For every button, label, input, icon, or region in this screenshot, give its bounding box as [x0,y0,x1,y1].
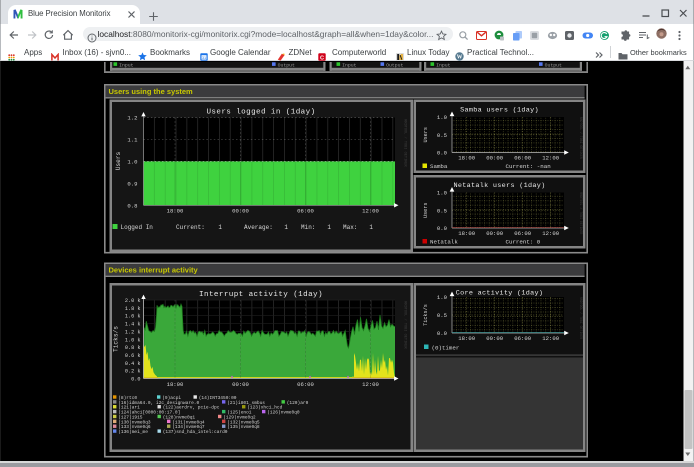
svg-text:00:00: 00:00 [232,208,249,215]
svg-text:1.0: 1.0 [437,114,448,121]
svg-text:Users using the system: Users using the system [109,87,194,96]
svg-text:18:00: 18:00 [167,381,184,388]
svg-text:(137)snd_hda_intel:card0: (137)snd_hda_intel:card0 [163,429,228,435]
svg-text:12:00: 12:00 [542,155,559,162]
svg-text:31: 31 [201,56,205,60]
svg-text:0.0: 0.0 [437,225,448,232]
svg-text:00:00: 00:00 [486,155,503,162]
svg-text:06:00: 06:00 [514,335,531,342]
svg-text:1.6 k: 1.6 k [125,314,141,320]
svg-text:0.5: 0.5 [437,207,447,214]
svg-text:00:00: 00:00 [232,381,249,388]
svg-text:0.8: 0.8 [127,202,137,209]
svg-text:0.9: 0.9 [127,180,137,187]
svg-text:06:00: 06:00 [514,155,531,162]
svg-text:RRDTOOL / TOBI OETIKER: RRDTOOL / TOBI OETIKER [579,297,583,339]
svg-text:1: 1 [369,224,373,231]
svg-text:06:00: 06:00 [514,230,531,237]
svg-text:06:00: 06:00 [297,381,314,388]
svg-text:Devices interrupt activity: Devices interrupt activity [109,265,199,274]
svg-text:Users: Users [423,127,429,143]
svg-text:(135)nvme0q8: (135)nvme0q8 [227,424,260,430]
svg-text:1.0: 1.0 [437,190,448,197]
svg-text:1: 1 [327,224,331,231]
svg-text:1.2 k: 1.2 k [125,329,141,335]
svg-text:Core activity (1day): Core activity (1day) [456,290,544,298]
svg-text:0.0: 0.0 [437,330,448,337]
svg-text:12:00: 12:00 [542,230,559,237]
svg-text:Current:: Current: [176,224,205,231]
svg-text:1: 1 [284,224,288,231]
svg-text:18:00: 18:00 [458,155,475,162]
svg-text:0.8 k: 0.8 k [125,345,141,351]
svg-text:12:00: 12:00 [542,335,559,342]
svg-text:1.0 k: 1.0 k [125,337,141,343]
svg-text:12:00: 12:00 [362,208,379,215]
svg-text:0.0: 0.0 [131,377,140,383]
svg-text:Users: Users [115,151,122,170]
svg-text:18:00: 18:00 [167,208,184,215]
svg-text:1.4 k: 1.4 k [125,322,141,328]
svg-text:1.2: 1.2 [127,115,137,122]
svg-text:00:00: 00:00 [486,230,503,237]
svg-text:RRDTOOL / TOBI OETIKER: RRDTOOL / TOBI OETIKER [403,119,408,167]
svg-text:RRDTOOL / TOBI OETIKER: RRDTOOL / TOBI OETIKER [579,192,583,234]
svg-text:0.5: 0.5 [437,132,447,139]
svg-text:0.0: 0.0 [437,150,448,157]
svg-text:06:00: 06:00 [297,208,314,215]
svg-text:Current: -nan: Current: -nan [506,163,551,170]
svg-text:0.5: 0.5 [437,312,447,319]
svg-text:Min:: Min: [301,224,315,231]
svg-text:Output: Output [545,62,562,68]
svg-text:Interrupt activity (1day): Interrupt activity (1day) [199,291,323,299]
svg-text:18:00: 18:00 [458,230,475,237]
svg-text:Ticks/s: Ticks/s [113,326,120,352]
svg-text:Input: Input [119,62,134,68]
svg-text:2.0 k: 2.0 k [125,298,141,304]
svg-text:Average:: Average: [244,224,273,231]
svg-text:0.4 k: 0.4 k [125,361,141,367]
svg-text:18:00: 18:00 [458,335,475,342]
svg-text:W: W [457,54,463,60]
svg-text:Output: Output [278,62,295,68]
svg-text:Samba: Samba [430,163,448,170]
svg-text:1: 1 [218,224,222,231]
svg-text:1.0: 1.0 [127,158,138,165]
svg-text:RRDTOOL / TOBI OETIKER: RRDTOOL / TOBI OETIKER [403,301,408,349]
svg-text:Netatalk users (1day): Netatalk users (1day) [454,182,546,190]
svg-text:0.2 k: 0.2 k [125,369,141,375]
svg-text:1.0: 1.0 [437,294,448,301]
svg-text:C: C [320,55,324,61]
svg-text:12:00: 12:00 [362,381,379,388]
svg-text:(0)timer: (0)timer [432,344,460,351]
svg-text:1.1: 1.1 [127,136,138,143]
svg-text:Samba users (1day): Samba users (1day) [460,107,539,115]
svg-text:(126)nvme0q0: (126)nvme0q0 [267,410,300,416]
svg-text:(120)ar0: (120)ar0 [287,400,309,406]
svg-text:Ticks/s: Ticks/s [423,304,429,326]
svg-text:Logged In: Logged In [121,224,154,231]
svg-text:Max:: Max: [343,224,357,231]
svg-text:Netatalk: Netatalk [430,239,458,246]
svg-text:Users logged in (1day): Users logged in (1day) [206,109,315,117]
svg-text:Output: Output [386,62,403,68]
svg-text:Input: Input [436,62,451,68]
svg-text:0.6 k: 0.6 k [125,353,141,359]
svg-text:(136)mei_me: (136)mei_me [118,429,148,435]
svg-text:00:00: 00:00 [486,335,503,342]
svg-text:1.8 k: 1.8 k [125,306,141,312]
svg-text:RRDTOOL / TOBI OETIKER: RRDTOOL / TOBI OETIKER [579,117,583,159]
svg-text:Users: Users [423,202,429,218]
svg-text:Input: Input [342,62,357,68]
svg-text:Current: 0: Current: 0 [506,239,541,246]
